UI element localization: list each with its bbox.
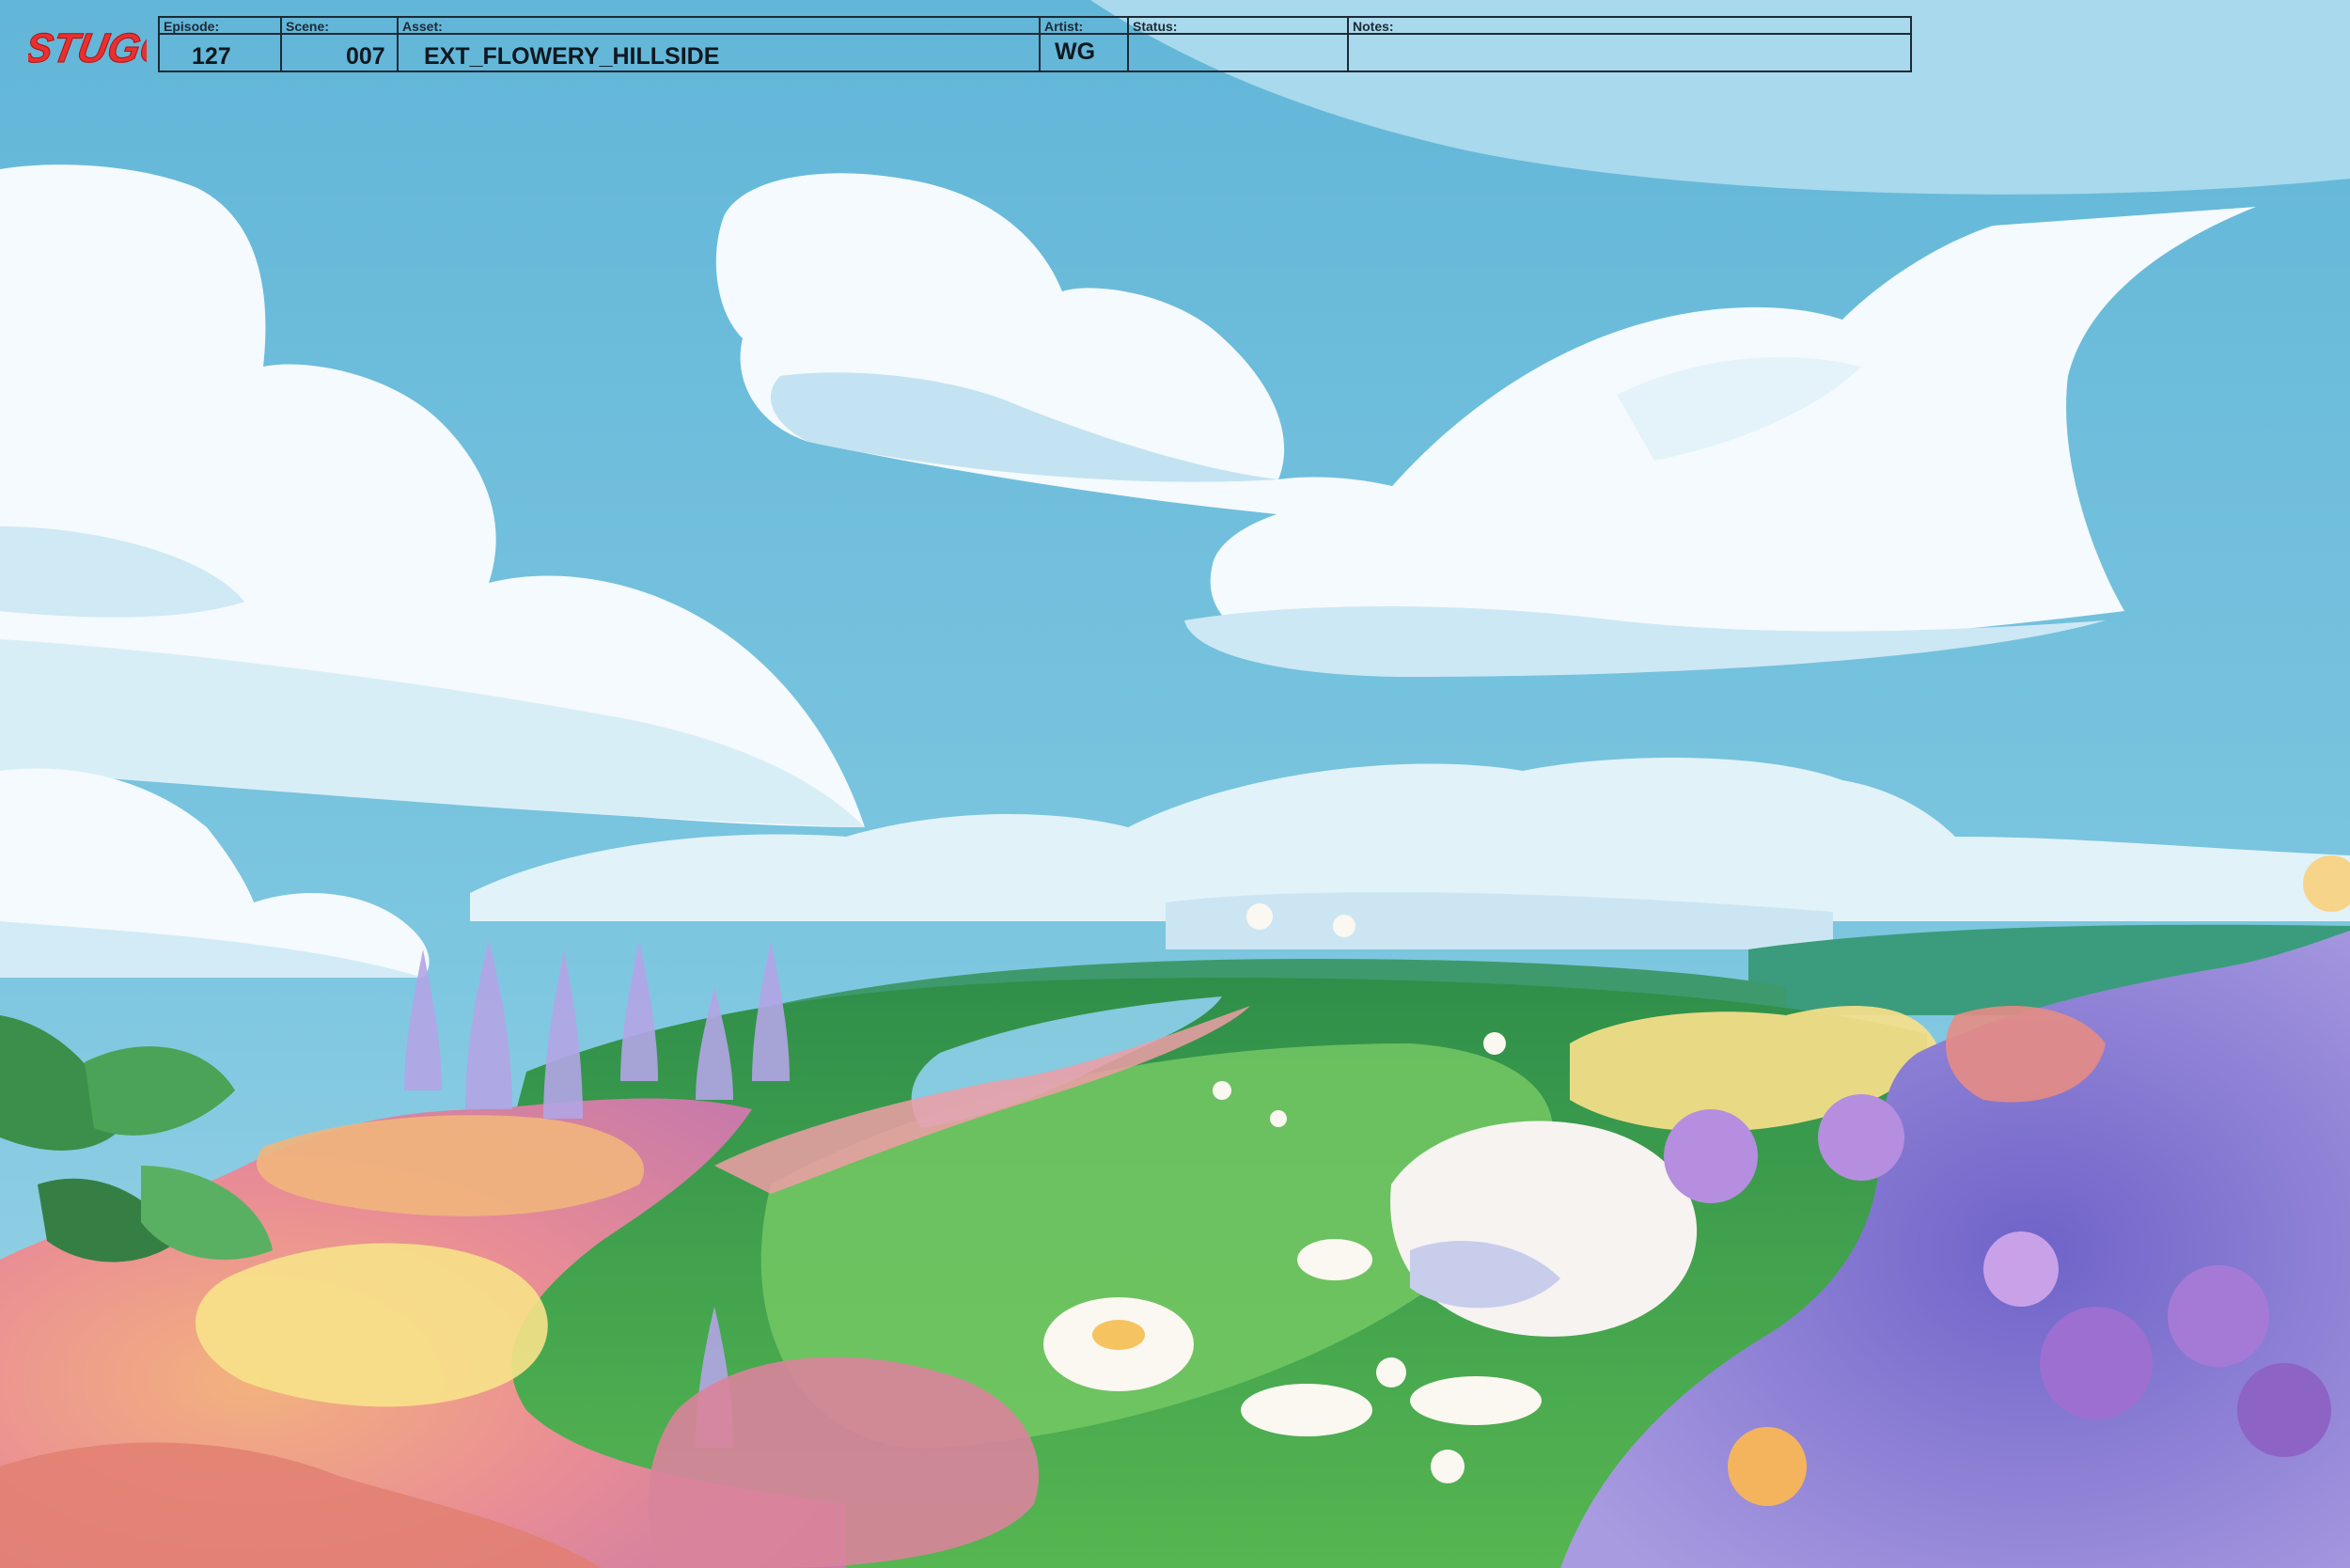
notes-label: Notes: (1353, 19, 1394, 34)
slate-scene-cell: Scene: 007 (282, 18, 399, 71)
scene-label: Scene: (286, 19, 329, 34)
artist-label: Artist: (1044, 19, 1084, 34)
slate-asset-cell: Asset: EXT_FLOWERY_HILLSIDE (399, 18, 1041, 71)
episode-value: 127 (192, 43, 231, 70)
scene-value: 007 (346, 43, 385, 70)
slate-episode-cell: Episode: 127 (160, 18, 282, 71)
production-slate: Episode: 127 Scene: 007 Asset: EXT_FLOWE… (158, 16, 1912, 72)
status-label: Status: (1133, 19, 1178, 34)
storyboard-frame: STUGO Episode: 127 Scene: 007 Asset: EXT… (0, 0, 2350, 1568)
asset-label: Asset: (402, 19, 443, 34)
flowery-hillside-background-art (0, 0, 2350, 1568)
stugo-logo: STUGO (28, 25, 147, 72)
slate-status-cell: Status: (1129, 18, 1349, 71)
artist-value: WG (1055, 39, 1096, 65)
slate-notes-cell: Notes: (1349, 18, 1910, 71)
slate-artist-cell: Artist: WG (1041, 18, 1129, 71)
pink-flower-cluster (648, 1356, 1040, 1568)
svg-text:STUGO: STUGO (28, 25, 147, 71)
asset-value: EXT_FLOWERY_HILLSIDE (424, 43, 720, 70)
episode-label: Episode: (164, 19, 220, 34)
